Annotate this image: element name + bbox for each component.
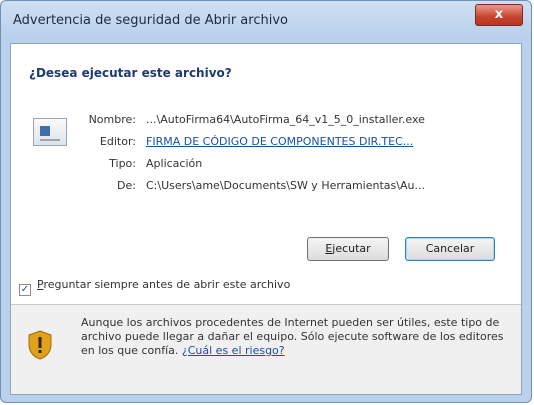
warning-message: Aunque los archivos procedentes de Inter… <box>81 316 511 358</box>
field-value-type: Aplicación <box>146 157 203 170</box>
field-value-from: C:\Users\ame\Documents\SW y Herramientas… <box>146 179 425 192</box>
publisher-link[interactable]: FIRMA DE CÓDIGO DE COMPONENTES DIR.TEC..… <box>146 135 516 148</box>
field-label-type: Tipo: <box>109 157 136 170</box>
security-warning-dialog: Advertencia de seguridad de Abrir archiv… <box>0 0 532 403</box>
warning-text: Aunque los archivos procedentes de Inter… <box>81 316 504 357</box>
run-button[interactable]: Ejecutar <box>307 237 389 261</box>
cancel-button[interactable]: Cancelar <box>405 237 495 261</box>
window-title: Advertencia de seguridad de Abrir archiv… <box>13 13 288 28</box>
security-shield-warning-icon <box>28 330 52 360</box>
dialog-body: ¿Desea ejecutar este archivo? Nombre: ..… <box>10 43 522 395</box>
field-value-name: ...\AutoFirma64\AutoFirma_64_v1_5_0_inst… <box>146 113 425 126</box>
field-row-publisher: Editor: FIRMA DE CÓDIGO DE COMPONENTES D… <box>11 135 521 153</box>
title-bar[interactable]: Advertencia de seguridad de Abrir archiv… <box>1 1 533 41</box>
close-icon: x <box>494 7 504 22</box>
field-label-name: Nombre: <box>88 113 136 126</box>
run-button-label: jecutar <box>332 242 371 255</box>
field-row-type: Tipo: Aplicación <box>11 157 521 175</box>
field-row-from: De: C:\Users\ame\Documents\SW y Herramie… <box>11 179 521 197</box>
cancel-button-label: Cancelar <box>425 242 475 255</box>
divider <box>11 304 521 305</box>
field-label-publisher: Editor: <box>99 135 136 148</box>
risk-link[interactable]: ¿Cuál es el riesgo? <box>182 344 285 357</box>
ask-always-checkbox[interactable]: ✓ <box>19 284 31 296</box>
dialog-content: ¿Desea ejecutar este archivo? Nombre: ..… <box>11 44 521 304</box>
ask-always-label-text: reguntar siempre antes de abrir este arc… <box>43 278 291 291</box>
ask-always-label[interactable]: Preguntar siempre antes de abrir este ar… <box>37 278 317 291</box>
dialog-heading: ¿Desea ejecutar este archivo? <box>29 66 232 80</box>
close-button[interactable]: x <box>475 4 523 26</box>
field-label-from: De: <box>117 179 136 192</box>
field-row-name: Nombre: ...\AutoFirma64\AutoFirma_64_v1_… <box>11 113 521 131</box>
